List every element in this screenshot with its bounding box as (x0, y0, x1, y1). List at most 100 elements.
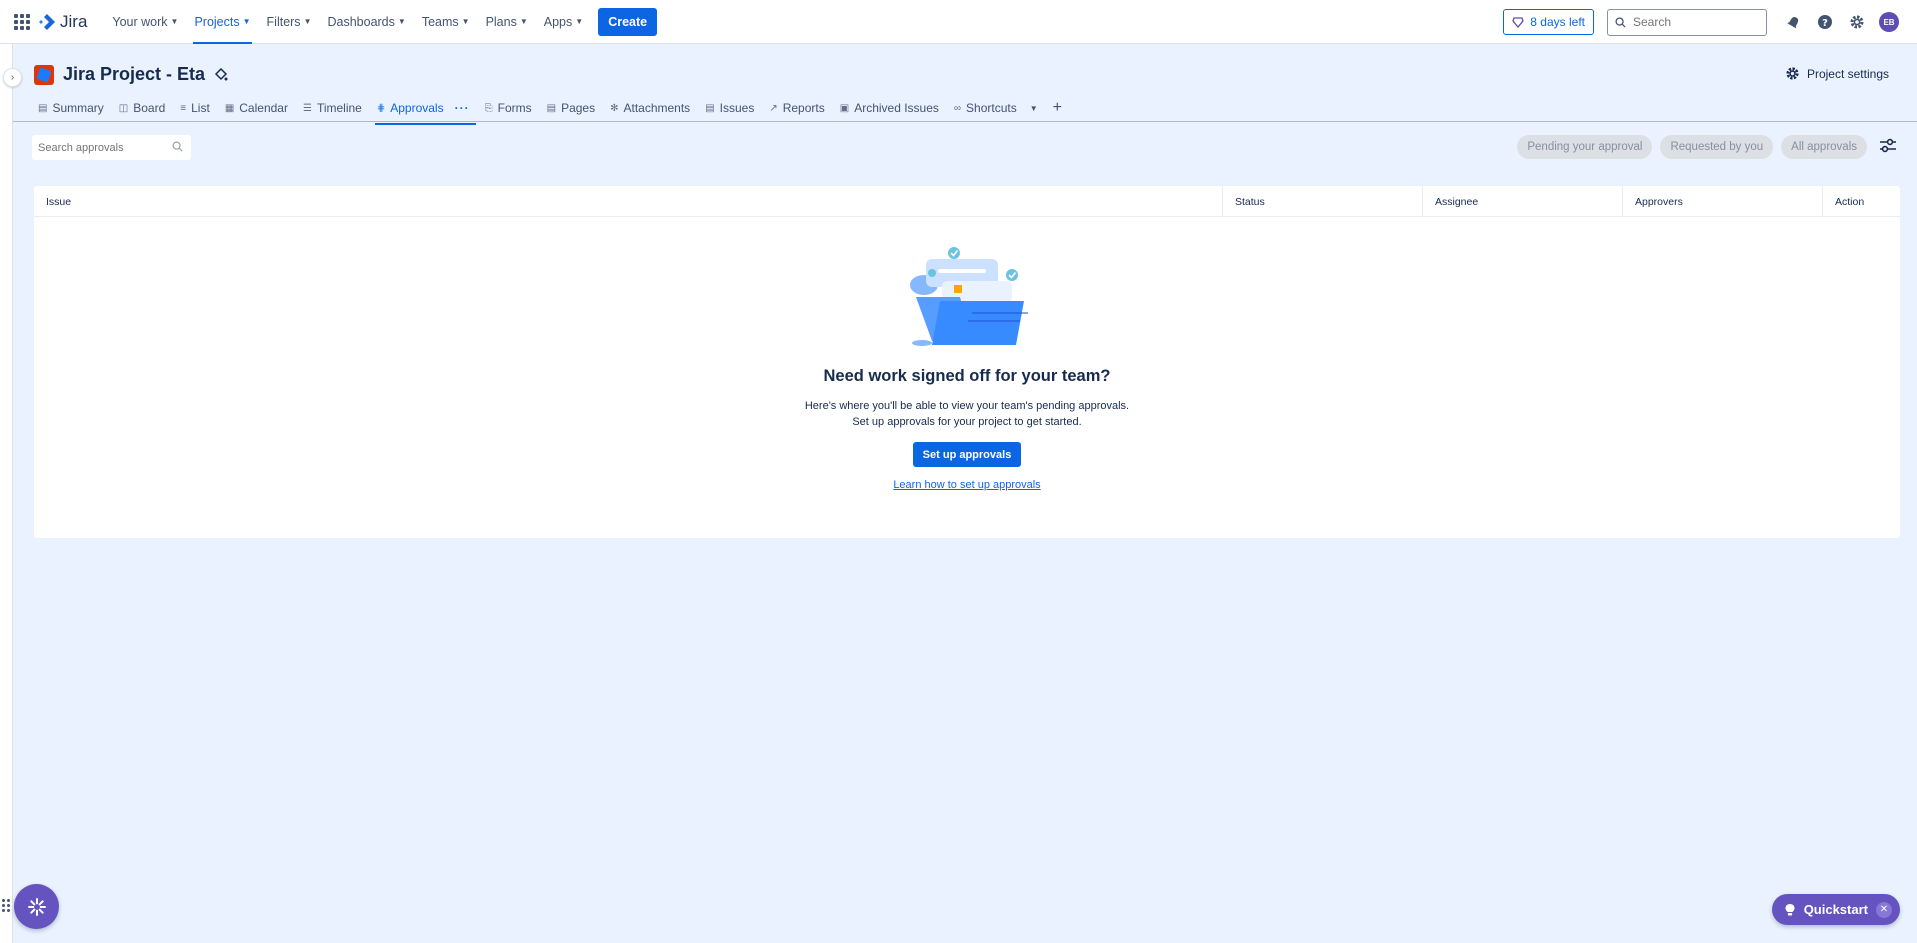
chevron-down-icon: ▼ (170, 17, 179, 26)
tab-summary[interactable]: ▤ Summary (32, 97, 110, 119)
approvals-icon: ⋕ (376, 102, 386, 114)
reports-icon: ↗ (769, 102, 778, 114)
issues-icon: ▤ (705, 102, 715, 114)
attachments-icon: ✻ (610, 102, 619, 114)
link-icon: ∞ (953, 102, 962, 114)
tab-timeline[interactable]: ☰ Timeline (297, 97, 368, 119)
tab-label: Forms (497, 101, 532, 115)
settings-button[interactable] (1841, 6, 1873, 38)
tab-label: Calendar (239, 101, 288, 115)
tab-board[interactable]: ◫ Board (113, 97, 171, 119)
page-title: Jira Project - Eta (63, 64, 206, 84)
sparkle-icon (27, 897, 46, 916)
empty-state-line-2: Set up approvals for your project to get… (852, 416, 1082, 428)
approvals-search-input[interactable] (38, 141, 168, 154)
tab-label: Attachments (623, 101, 691, 115)
assistant-button[interactable] (14, 884, 59, 929)
tab-pages[interactable]: ▤ Pages (541, 97, 601, 119)
global-search[interactable] (1607, 8, 1767, 36)
nav-teams[interactable]: Teams ▼ (415, 0, 477, 44)
tab-label: Approvals (390, 101, 444, 115)
search-icon (172, 141, 183, 152)
chevron-down-icon: ▼ (303, 17, 312, 26)
quickstart-label: Quickstart (1803, 902, 1868, 917)
drag-handle-icon[interactable] (2, 899, 10, 912)
lightbulb-icon (1785, 903, 1795, 915)
expand-sidebar-button[interactable]: › (3, 68, 22, 87)
chevron-down-icon: ▼ (397, 17, 406, 26)
approvals-table: Issue Status Assignee Approvers Action N… (34, 186, 1900, 538)
jira-logo-icon (39, 13, 55, 30)
nav-label: Dashboards (327, 14, 395, 29)
nav-your-work[interactable]: Your work ▼ (105, 0, 185, 44)
filter-all-approvals[interactable]: All approvals (1781, 135, 1867, 159)
tab-forms[interactable]: ⎘ Forms (479, 97, 538, 119)
learn-setup-link[interactable]: Learn how to set up approvals (893, 479, 1040, 491)
set-up-approvals-button[interactable]: Set up approvals (912, 442, 1022, 467)
column-action[interactable]: Action (1823, 186, 1900, 217)
nav-filters[interactable]: Filters ▼ (260, 0, 319, 44)
jira-logo[interactable]: Jira (38, 12, 87, 32)
column-assignee[interactable]: Assignee (1423, 186, 1623, 217)
tab-issues[interactable]: ▤ Issues (699, 97, 760, 119)
tab-label: Pages (561, 101, 596, 115)
approvals-search[interactable] (32, 135, 191, 160)
search-icon (1615, 16, 1626, 28)
nav-projects[interactable]: Projects ▼ (187, 0, 257, 44)
svg-text:?: ? (1822, 18, 1828, 29)
empty-state-line-1: Here's where you'll be able to view your… (804, 400, 1130, 412)
nav-plans[interactable]: Plans ▼ (479, 0, 535, 44)
tab-list[interactable]: ≡ List (174, 97, 216, 119)
app-switcher-icon[interactable] (14, 13, 30, 30)
tab-reports[interactable]: ↗ Reports (763, 97, 830, 119)
tab-approvals[interactable]: ⋕ Approvals ··· (371, 97, 476, 125)
trial-button[interactable]: 8 days left (1503, 9, 1594, 35)
nav-label: Plans (485, 14, 517, 29)
nav-label: Filters (266, 14, 301, 29)
tab-calendar[interactable]: ▦ Calendar (219, 97, 294, 119)
nav-label: Your work (112, 14, 168, 29)
column-issue[interactable]: Issue (34, 186, 1223, 217)
filter-settings-icon[interactable] (1879, 138, 1897, 154)
project-settings-button[interactable]: Project settings (1785, 66, 1889, 81)
tab-label: Board (133, 101, 166, 115)
forms-icon: ⎘ (484, 102, 493, 114)
paint-bucket-icon[interactable] (214, 67, 228, 82)
add-tab-button[interactable]: + (1047, 97, 1068, 119)
approval-filters: Pending your approval Requested by you A… (1517, 135, 1867, 159)
tab-label: Summary (52, 101, 104, 115)
help-button[interactable]: ? (1809, 6, 1841, 38)
notifications-button[interactable] (1777, 6, 1809, 38)
filter-pending-your-approval[interactable]: Pending your approval (1517, 135, 1653, 159)
empty-state-description: Here's where you'll be able to view your… (805, 398, 1129, 430)
chevron-right-icon: › (10, 72, 15, 83)
quickstart-button[interactable]: Quickstart ✕ (1771, 894, 1900, 925)
empty-state: Need work signed off for your team? Here… (34, 241, 1900, 491)
tab-attachments[interactable]: ✻ Attachments (604, 97, 696, 119)
filter-requested-by-you[interactable]: Requested by you (1660, 135, 1774, 159)
tab-archived-issues[interactable]: ▣ Archived Issues (834, 97, 945, 119)
more-icon[interactable]: ··· (455, 101, 470, 115)
project-header: Jira Project - Eta (34, 64, 228, 85)
create-button[interactable]: Create (598, 7, 658, 36)
avatar[interactable]: EB (1879, 12, 1899, 32)
close-icon[interactable]: ✕ (1876, 901, 1892, 918)
trial-label: 8 days left (1530, 15, 1585, 29)
nav-apps[interactable]: Apps ▼ (537, 0, 590, 44)
summary-icon: ▤ (38, 102, 48, 114)
column-approvers[interactable]: Approvers (1623, 186, 1823, 217)
chevron-down-icon: ▼ (461, 17, 470, 26)
nav-dashboards[interactable]: Dashboards ▼ (320, 0, 412, 44)
calendar-icon: ▦ (224, 102, 235, 114)
chevron-down-icon: ▼ (575, 17, 584, 26)
tab-shortcuts[interactable]: ∞ Shortcuts ▼ (948, 97, 1044, 119)
nav-label: Projects (194, 14, 240, 29)
bell-icon (1786, 16, 1798, 28)
table-header: Issue Status Assignee Approvers Action (34, 186, 1900, 217)
active-tab-indicator (374, 123, 476, 125)
column-status[interactable]: Status (1223, 186, 1423, 217)
search-input[interactable] (1633, 15, 1753, 29)
tab-label: List (191, 101, 210, 115)
board-icon: ◫ (118, 102, 129, 114)
project-tabs: ▤ Summary ◫ Board ≡ List ▦ Calendar ☰ Timelin… (32, 97, 1068, 125)
